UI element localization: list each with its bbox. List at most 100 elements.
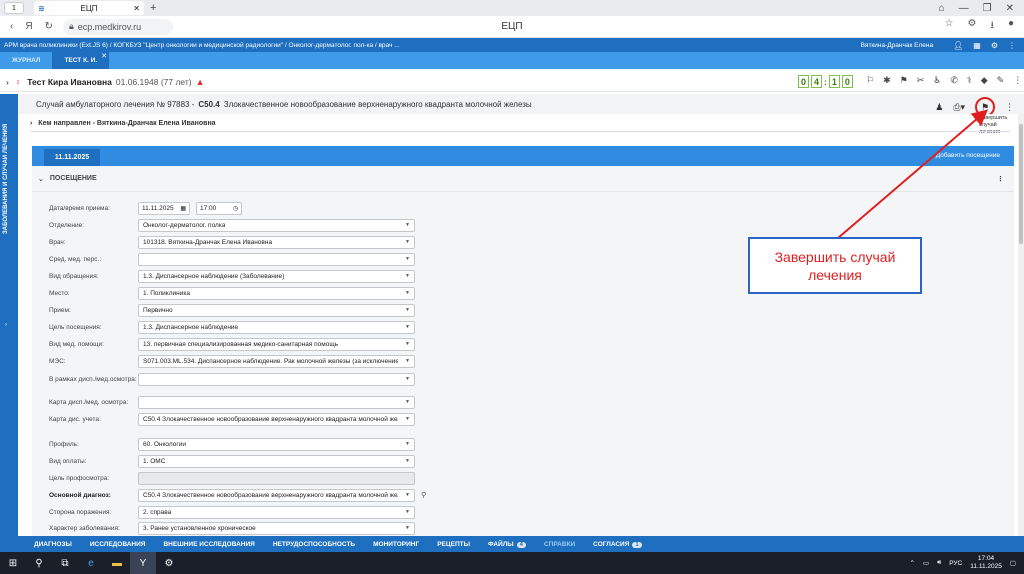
visit-time-field[interactable]: 17:00 ◷	[196, 201, 242, 215]
select-field[interactable]: ▼	[138, 252, 415, 266]
bottom-nav-item[interactable]: ИССЛЕДОВАНИЯ	[90, 541, 146, 548]
current-user[interactable]: Вяткина-Дранчак Елена	[861, 42, 933, 49]
select-field[interactable]: 1.3. Диспансерное наблюдение ▼	[138, 320, 415, 334]
profile-icon[interactable]: ●	[1008, 18, 1014, 35]
bottom-nav-item[interactable]: СПРАВКИ	[544, 541, 575, 548]
url-field[interactable]: 🔒︎ ecp.medkirov.ru	[62, 18, 173, 35]
notifications-icon[interactable]: ▢	[1010, 559, 1016, 567]
windows-start-icon[interactable]: ⊞	[0, 552, 26, 574]
download-icon[interactable]: ⭳	[990, 18, 994, 35]
select-field[interactable]: 13. первичная специализированная медико-…	[138, 337, 415, 351]
edit-icon[interactable]: ✎	[997, 75, 1005, 86]
select-field[interactable]: ▼	[138, 395, 415, 409]
tool-icon-2[interactable]: ✱	[883, 75, 891, 86]
tool-icon-1[interactable]: ⚐	[866, 75, 874, 86]
tool-icon-7[interactable]: ◆	[981, 75, 988, 86]
bottom-nav-item[interactable]: СОГЛАСИЯ 1	[593, 541, 642, 548]
select-field[interactable]: 2. справа ▼	[138, 505, 415, 519]
diseases-sidebar[interactable]: ЗАБОЛЕВАНИЯ И СЛУЧАИ ЛЕЧЕНИЯ ›	[0, 94, 18, 536]
select-field[interactable]: Онколог-дерматолог. полка ▼	[138, 218, 415, 232]
warning-icon[interactable]: ▲	[196, 77, 205, 87]
more-icon[interactable]: ⋮	[1005, 102, 1014, 113]
bottom-nav-item[interactable]: ВНЕШНИЕ ИССЛЕДОВАНИЯ	[163, 541, 254, 548]
extensions-icon[interactable]: ⚙	[967, 18, 976, 35]
dropdown-arrow-icon[interactable]: ▼	[405, 376, 410, 382]
maximize-icon[interactable]: ❐	[983, 3, 992, 14]
file-explorer-icon[interactable]: ▬	[104, 552, 130, 574]
chevron-right-icon[interactable]: ›	[5, 322, 7, 328]
bottom-nav-item[interactable]: РЕЦЕПТЫ	[437, 541, 470, 548]
calendar-icon[interactable]: ▦	[180, 205, 186, 212]
bookmarks-icon[interactable]: ☆	[945, 18, 954, 35]
task-view-icon[interactable]: ⧉	[52, 552, 78, 574]
close-window-icon[interactable]: ✕	[1006, 3, 1014, 14]
select-field[interactable]: S071.003.ML.534. Диспансерное наблюдение…	[138, 354, 415, 368]
dropdown-arrow-icon[interactable]: ▼	[405, 341, 410, 347]
scrollbar-thumb[interactable]	[1019, 124, 1023, 244]
new-tab-button[interactable]: +	[150, 2, 156, 14]
close-icon[interactable]: ✕	[101, 52, 107, 60]
more-icon[interactable]: ⋮	[1013, 75, 1022, 86]
edge-icon[interactable]: e	[78, 552, 104, 574]
tab-count-button[interactable]: 1	[4, 2, 24, 14]
tab-journal[interactable]: ЖУРНАЛ	[0, 52, 52, 69]
dropdown-arrow-icon[interactable]: ▼	[405, 492, 410, 498]
dropdown-arrow-icon[interactable]: ▼	[405, 273, 410, 279]
tool-icon-3[interactable]: ⚑	[900, 75, 908, 86]
dropdown-arrow-icon[interactable]: ▼	[405, 525, 410, 531]
clock-icon[interactable]: ◷	[233, 205, 238, 212]
reload-icon[interactable]: ↻	[45, 21, 53, 32]
select-field[interactable]: C50.4 Злокачественное новообразование ве…	[138, 412, 415, 426]
print-icon[interactable]: ⎙▾	[953, 102, 965, 113]
select-field[interactable]: 60. Онкологии ▼	[138, 437, 415, 451]
page-scrollbar[interactable]	[1018, 114, 1024, 536]
tool-icon-6[interactable]: ⚕	[967, 75, 972, 86]
downloads-icon[interactable]: ⌂	[939, 3, 945, 14]
volume-icon[interactable]: 🔊︎	[937, 559, 941, 567]
dropdown-arrow-icon[interactable]: ▼	[405, 358, 410, 364]
yandex-browser-icon[interactable]: Y	[130, 552, 156, 574]
expand-icon[interactable]: ›	[6, 77, 9, 87]
dropdown-arrow-icon[interactable]: ▼	[405, 458, 410, 464]
select-field[interactable]: C50.4 Злокачественное новообразование ве…	[138, 488, 415, 502]
bottom-nav-item[interactable]: ФАЙЛЫ 4	[488, 541, 526, 548]
tray-up-icon[interactable]: ⌃	[910, 559, 915, 567]
settings-icon[interactable]: ⚙	[991, 41, 998, 50]
dropdown-arrow-icon[interactable]: ▼	[405, 256, 410, 262]
dropdown-arrow-icon[interactable]: ▼	[405, 307, 410, 313]
user-icon[interactable]: 👤︎	[953, 41, 963, 50]
dropdown-arrow-icon[interactable]: ▼	[405, 290, 410, 296]
accessibility-icon[interactable]: ♿︎	[933, 75, 941, 86]
minimize-icon[interactable]: —	[959, 3, 969, 14]
more-icon[interactable]: ⋮	[997, 175, 1004, 183]
bottom-nav-item[interactable]: МОНИТОРИНГ	[373, 541, 419, 548]
tool-icon-5[interactable]: ✆	[950, 75, 958, 86]
app-icon[interactable]: ⚙	[156, 552, 182, 574]
select-field[interactable]: 1. Поликлиника ▼	[138, 286, 415, 300]
person-icon[interactable]: ♟	[935, 102, 943, 113]
add-visit-button[interactable]: Добавить посещение	[936, 152, 1000, 159]
keyboard-icon[interactable]: ▦	[973, 41, 981, 50]
visit-section-header[interactable]: ⌄ ПОСЕЩЕНИЕ ⋮	[32, 166, 1014, 192]
dropdown-arrow-icon[interactable]: ▼	[405, 441, 410, 447]
referral-row[interactable]: › Кем направлен - Вяткина-Дранчак Елена …	[30, 120, 1010, 132]
dropdown-arrow-icon[interactable]: ▼	[405, 416, 410, 422]
bottom-nav-item[interactable]: НЕТРУДОСПОСОБНОСТЬ	[273, 541, 355, 548]
yandex-icon[interactable]: Я	[25, 21, 32, 32]
select-field[interactable]: 101318. Вяткина-Дранчак Елена Ивановна ▼	[138, 235, 415, 249]
select-field[interactable]: Первично ▼	[138, 303, 415, 317]
dropdown-arrow-icon[interactable]: ▼	[405, 509, 410, 515]
network-icon[interactable]: ▭	[923, 559, 929, 567]
dropdown-arrow-icon[interactable]: ▼	[405, 239, 410, 245]
browser-tab[interactable]: ≋ ЕЦП ✕	[34, 1, 144, 15]
search-icon[interactable]: ⚲	[421, 491, 426, 499]
dropdown-arrow-icon[interactable]: ▼	[405, 399, 410, 405]
select-field[interactable]: 1.3. Диспансерное наблюдение (Заболевани…	[138, 269, 415, 283]
back-icon[interactable]: ‹	[10, 21, 13, 32]
language-indicator[interactable]: РУС	[949, 560, 962, 567]
tool-icon-4[interactable]: ✂	[917, 75, 925, 86]
select-field[interactable]: 3. Ранее установленное хроническое ▼	[138, 521, 415, 535]
select-field[interactable]	[138, 471, 415, 485]
patient-name[interactable]: Тест Кира Ивановна	[27, 77, 112, 87]
menu-icon[interactable]: ⋮	[1008, 41, 1016, 50]
